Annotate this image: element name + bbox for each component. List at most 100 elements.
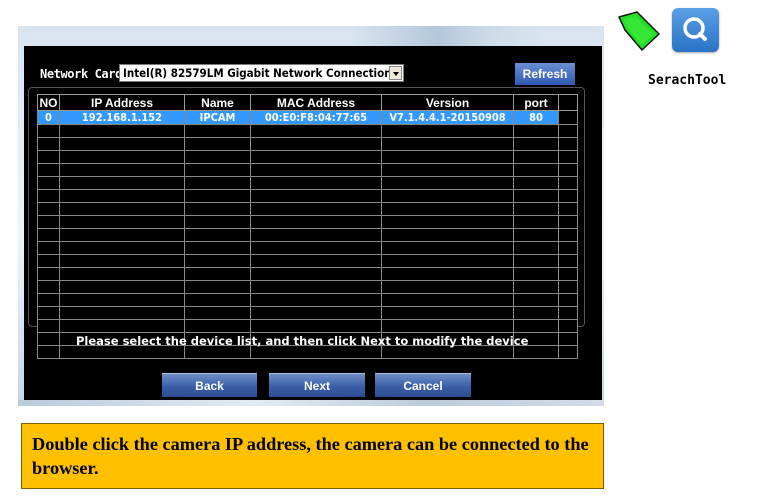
chevron-down-icon[interactable] — [389, 66, 402, 80]
empty-cell — [513, 163, 559, 177]
empty-cell — [184, 228, 251, 242]
empty-cell — [381, 319, 514, 333]
table-row-empty[interactable] — [37, 202, 578, 216]
instruction-text: Please select the device list, and then … — [76, 334, 529, 348]
table-row-empty[interactable] — [37, 241, 578, 255]
empty-cell — [250, 319, 382, 333]
empty-cell — [250, 280, 382, 294]
empty-cell — [184, 137, 251, 151]
empty-cell — [59, 189, 185, 203]
column-header-filler — [558, 94, 578, 111]
empty-cell — [37, 215, 60, 229]
empty-cell — [184, 293, 251, 307]
empty-cell — [184, 124, 251, 138]
table-row-empty[interactable] — [37, 124, 578, 138]
magnifier-icon — [683, 17, 707, 41]
device-list-table: NO IP Address Name MAC Address Version p… — [37, 94, 578, 359]
empty-cell — [37, 150, 60, 164]
table-row[interactable]: 0 192.168.1.152 IPCAM 00:E0:F8:04:77:65 … — [37, 110, 578, 125]
cell-version: V7.1.4.4.1-20150908 — [381, 110, 514, 125]
empty-cell — [59, 254, 185, 268]
cell-filler — [558, 110, 578, 125]
empty-cell — [513, 254, 559, 268]
table-row-empty[interactable] — [37, 189, 578, 203]
network-card-label: Network Card — [40, 67, 122, 81]
empty-cell — [37, 319, 60, 333]
empty-cell — [513, 202, 559, 216]
network-card-select[interactable]: Intel(R) 82579LM Gigabit Network Connect… — [119, 64, 404, 82]
empty-cell — [37, 228, 60, 242]
empty-cell — [513, 241, 559, 255]
table-row-empty[interactable] — [37, 150, 578, 164]
column-header-version[interactable]: Version — [381, 94, 514, 111]
table-row-empty[interactable] — [37, 163, 578, 177]
empty-cell — [381, 228, 514, 242]
cell-ip-address[interactable]: 192.168.1.152 — [59, 110, 185, 125]
search-tool-label[interactable]: SerachTool — [648, 73, 726, 88]
cancel-button[interactable]: Cancel — [375, 373, 471, 397]
empty-cell — [558, 345, 578, 359]
table-row-empty[interactable] — [37, 293, 578, 307]
empty-cell — [558, 124, 578, 138]
empty-cell — [381, 241, 514, 255]
empty-cell — [513, 124, 559, 138]
empty-cell — [59, 241, 185, 255]
empty-cell — [513, 215, 559, 229]
empty-cell — [250, 306, 382, 320]
table-row-empty[interactable] — [37, 215, 578, 229]
empty-cell — [184, 215, 251, 229]
empty-cell — [250, 163, 382, 177]
empty-cell — [37, 163, 60, 177]
empty-cell — [381, 254, 514, 268]
empty-cell — [250, 189, 382, 203]
empty-cell — [513, 228, 559, 242]
table-row-empty[interactable] — [37, 280, 578, 294]
empty-cell — [59, 267, 185, 281]
empty-cell — [59, 319, 185, 333]
empty-cell — [558, 150, 578, 164]
table-row-empty[interactable] — [37, 267, 578, 281]
empty-cell — [184, 150, 251, 164]
column-header-ip-address[interactable]: IP Address — [59, 94, 185, 111]
empty-cell — [59, 306, 185, 320]
empty-cell — [558, 332, 578, 346]
cell-no: 0 — [37, 110, 60, 125]
note-text: Double click the camera IP address, the … — [32, 434, 589, 478]
column-header-port[interactable]: port — [513, 94, 559, 111]
back-button[interactable]: Back — [162, 373, 257, 397]
refresh-button[interactable]: Refresh — [515, 63, 575, 85]
empty-cell — [59, 293, 185, 307]
cell-name: IPCAM — [184, 110, 251, 125]
empty-cell — [184, 202, 251, 216]
empty-cell — [558, 202, 578, 216]
column-header-mac-address[interactable]: MAC Address — [250, 94, 382, 111]
empty-cell — [250, 228, 382, 242]
empty-cell — [250, 293, 382, 307]
table-row-empty[interactable] — [37, 137, 578, 151]
empty-cell — [37, 306, 60, 320]
empty-cell — [37, 202, 60, 216]
table-row-empty[interactable] — [37, 254, 578, 268]
empty-cell — [513, 176, 559, 190]
empty-cell — [558, 176, 578, 190]
column-header-no[interactable]: NO — [37, 94, 60, 111]
empty-cell — [250, 176, 382, 190]
table-row-empty[interactable] — [37, 176, 578, 190]
empty-cell — [184, 163, 251, 177]
empty-cell — [184, 319, 251, 333]
empty-cell — [513, 137, 559, 151]
empty-cell — [37, 176, 60, 190]
table-row-empty[interactable] — [37, 306, 578, 320]
table-row-empty[interactable] — [37, 319, 578, 333]
column-header-name[interactable]: Name — [184, 94, 251, 111]
empty-cell — [381, 267, 514, 281]
empty-cell — [558, 267, 578, 281]
window-bottom-border — [18, 400, 604, 406]
empty-cell — [59, 202, 185, 216]
table-row-empty[interactable] — [37, 228, 578, 242]
search-tool-launcher[interactable] — [672, 8, 719, 52]
next-button[interactable]: Next — [269, 373, 365, 397]
empty-cell — [381, 150, 514, 164]
empty-cell — [558, 137, 578, 151]
empty-cell — [558, 293, 578, 307]
